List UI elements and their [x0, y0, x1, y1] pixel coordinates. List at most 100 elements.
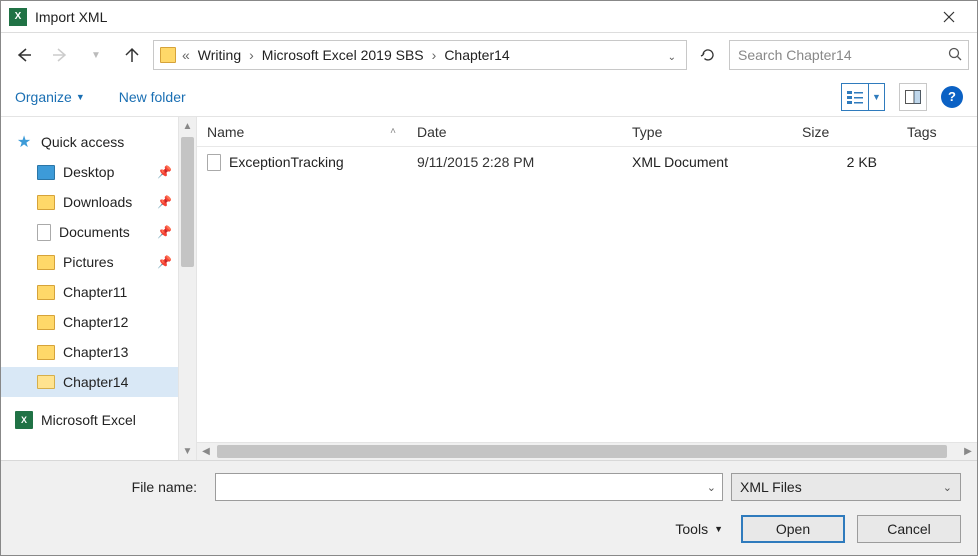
- file-name-input[interactable]: ⌄: [215, 473, 723, 501]
- back-button[interactable]: [9, 40, 39, 70]
- sidebar-item-label: Desktop: [63, 164, 114, 180]
- sort-indicator-icon: ˄: [390, 126, 396, 137]
- scrollbar-thumb[interactable]: [217, 445, 947, 458]
- chevron-down-icon: ⌄: [943, 481, 952, 494]
- column-label: Size: [802, 124, 829, 140]
- quick-access-icon: ★: [15, 133, 33, 151]
- column-header-tags[interactable]: Tags: [897, 117, 977, 146]
- folder-icon: [37, 285, 55, 300]
- up-button[interactable]: [117, 40, 147, 70]
- sidebar-item-documents[interactable]: Documents 📌: [1, 217, 178, 247]
- sidebar-item-chapter11[interactable]: Chapter11: [1, 277, 178, 307]
- title-bar: X Import XML: [1, 1, 977, 33]
- quick-access-group[interactable]: ★ Quick access: [1, 127, 178, 157]
- address-history-dropdown[interactable]: ⌄: [664, 47, 680, 63]
- excel-icon: X: [15, 411, 33, 429]
- tools-label: Tools: [675, 521, 708, 537]
- close-icon: [943, 11, 955, 23]
- sidebar-item-pictures[interactable]: Pictures 📌: [1, 247, 178, 277]
- pin-icon: 📌: [157, 225, 172, 239]
- navigation-pane: ★ Quick access Desktop 📌 Downloads 📌 Doc…: [1, 117, 197, 460]
- cancel-label: Cancel: [887, 521, 931, 537]
- history-dropdown[interactable]: ▼: [81, 40, 111, 70]
- view-dropdown[interactable]: ▼: [868, 84, 884, 110]
- refresh-icon: [700, 47, 716, 63]
- folder-icon: [160, 47, 176, 63]
- column-header-date[interactable]: Date: [407, 117, 622, 146]
- breadcrumb-item[interactable]: Microsoft Excel 2019 SBS: [260, 47, 426, 63]
- chevron-right-icon: ›: [247, 47, 256, 63]
- breadcrumb-item[interactable]: Writing: [196, 47, 243, 63]
- organize-label: Organize: [15, 89, 72, 105]
- quick-access-label: Quick access: [41, 134, 124, 150]
- scroll-up-icon[interactable]: ▲: [179, 117, 196, 135]
- preview-pane-button[interactable]: [899, 83, 927, 111]
- organize-menu[interactable]: Organize ▼: [15, 89, 85, 105]
- chevron-down-icon: ▼: [76, 92, 85, 102]
- sidebar-item-chapter12[interactable]: Chapter12: [1, 307, 178, 337]
- search-icon: [948, 47, 962, 64]
- dialog-body: ★ Quick access Desktop 📌 Downloads 📌 Doc…: [1, 117, 977, 460]
- file-name: ExceptionTracking: [229, 154, 344, 170]
- chevron-down-icon: ▼: [714, 524, 723, 534]
- new-folder-label: New folder: [119, 89, 186, 105]
- file-size: 2 KB: [792, 154, 897, 170]
- column-header-type[interactable]: Type: [622, 117, 792, 146]
- scroll-left-icon[interactable]: ◀: [197, 443, 215, 460]
- file-rows: ExceptionTracking 9/11/2015 2:28 PM XML …: [197, 147, 977, 442]
- file-icon: [207, 154, 221, 171]
- column-header-size[interactable]: Size: [792, 117, 897, 146]
- refresh-button[interactable]: [693, 40, 723, 70]
- scroll-right-icon[interactable]: ▶: [959, 443, 977, 460]
- tools-menu[interactable]: Tools ▼: [675, 521, 723, 537]
- address-bar[interactable]: « Writing › Microsoft Excel 2019 SBS › C…: [153, 40, 687, 70]
- column-label: Name: [207, 124, 244, 140]
- sidebar-item-chapter14[interactable]: Chapter14: [1, 367, 178, 397]
- help-button[interactable]: ?: [941, 86, 963, 108]
- search-input[interactable]: [736, 46, 948, 64]
- cancel-button[interactable]: Cancel: [857, 515, 961, 543]
- view-toggle[interactable]: ▼: [841, 83, 885, 111]
- arrow-up-icon: [124, 47, 140, 63]
- sidebar-item-downloads[interactable]: Downloads 📌: [1, 187, 178, 217]
- file-row[interactable]: ExceptionTracking 9/11/2015 2:28 PM XML …: [197, 147, 977, 177]
- scrollbar-thumb[interactable]: [181, 137, 194, 267]
- breadcrumb-item[interactable]: Chapter14: [442, 47, 511, 63]
- filter-label: XML Files: [740, 479, 802, 495]
- chevron-down-icon[interactable]: ⌄: [707, 481, 716, 494]
- folder-icon: [37, 315, 55, 330]
- chevron-down-icon: ⌄: [668, 52, 676, 63]
- sidebar-item-label: Downloads: [63, 194, 132, 210]
- sidebar-item-chapter13[interactable]: Chapter13: [1, 337, 178, 367]
- navigation-row: ▼ « Writing › Microsoft Excel 2019 SBS ›…: [1, 33, 977, 77]
- column-headers: Name ˄ Date Type Size Tags: [197, 117, 977, 147]
- column-label: Tags: [907, 124, 937, 140]
- new-folder-button[interactable]: New folder: [119, 89, 186, 105]
- sidebar-item-label: Chapter12: [63, 314, 128, 330]
- open-label: Open: [776, 521, 810, 537]
- sidebar-item-label: Pictures: [63, 254, 114, 270]
- sidebar-item-label: Microsoft Excel: [41, 412, 136, 428]
- file-list-hscrollbar[interactable]: ◀ ▶: [197, 442, 977, 460]
- close-button[interactable]: [929, 4, 969, 30]
- column-label: Date: [417, 124, 447, 140]
- sidebar-item-label: Chapter11: [63, 284, 127, 300]
- forward-button[interactable]: [45, 40, 75, 70]
- chevron-right-icon: ›: [430, 47, 439, 63]
- sidebar-item-excel[interactable]: X Microsoft Excel: [1, 405, 178, 435]
- toolbar: Organize ▼ New folder ▼ ?: [1, 77, 977, 117]
- column-label: Type: [632, 124, 662, 140]
- open-folder-icon: [37, 375, 55, 389]
- sidebar-scrollbar[interactable]: ▲ ▼: [178, 117, 196, 460]
- chevron-down-icon: ▼: [91, 50, 101, 61]
- column-header-name[interactable]: Name ˄: [197, 117, 407, 146]
- file-name-label: File name:: [17, 479, 207, 495]
- search-box[interactable]: [729, 40, 969, 70]
- file-type-filter[interactable]: XML Files ⌄: [731, 473, 961, 501]
- breadcrumb-prefix: «: [180, 47, 192, 63]
- open-button[interactable]: Open: [741, 515, 845, 543]
- sidebar-item-desktop[interactable]: Desktop 📌: [1, 157, 178, 187]
- scroll-down-icon[interactable]: ▼: [179, 442, 196, 460]
- file-list: Name ˄ Date Type Size Tags: [197, 117, 977, 460]
- preview-pane-icon: [905, 90, 921, 104]
